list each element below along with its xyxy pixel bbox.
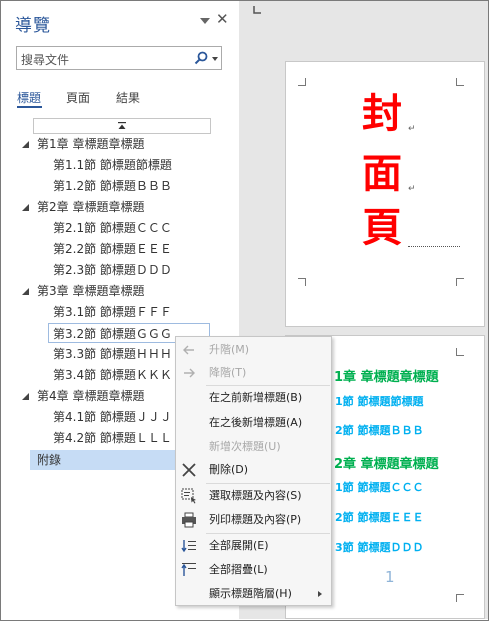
menu-item-print-heading[interactable]: 列印標題及內容(P) [176, 509, 331, 531]
tree-item-label: 附錄 [37, 453, 62, 467]
tree-item-chapter-3[interactable]: 第3章 章標題章標題 [1, 281, 238, 301]
chevron-up-icon [118, 122, 126, 129]
nav-pane-title: 導覽 [15, 16, 51, 36]
arrow-left-icon [183, 345, 194, 355]
tree-item-section-2-1[interactable]: 第2.1節 節標題ＣＣＣ [1, 218, 238, 238]
collapse-triangle-icon[interactable] [21, 140, 30, 149]
collapse-triangle-icon[interactable] [21, 203, 30, 212]
menu-item-label: 全部摺疊(L) [209, 563, 268, 576]
menu-item-demote[interactable]: 降階(T) [176, 362, 331, 384]
menu-item-select-heading[interactable]: 選取標題及內容(S) [176, 485, 331, 507]
crop-mark [456, 278, 464, 286]
crop-mark [298, 278, 306, 286]
tree-item-chapter-2[interactable]: 第2章 章標題章標題 [1, 197, 238, 217]
menu-item-collapse-all[interactable]: 全部摺疊(L) [176, 559, 331, 581]
tree-item-label: 第4.1節 節標題ＪＪＪ [53, 410, 172, 424]
tree-item-label: 第3.4節 節標題ＫＫＫ [53, 368, 172, 382]
tree-item-section-2-2[interactable]: 第2.2節 節標題ＥＥＥ [1, 239, 238, 259]
paragraph-mark: ↵ [408, 184, 416, 194]
menu-item-label: 在之前新增標題(B) [209, 391, 303, 404]
toc-section-line[interactable]: 1節 節標題節標題 [335, 393, 423, 409]
menu-item-label: 新增次標題(U) [209, 440, 281, 453]
menu-item-delete[interactable]: 刪除(D) [176, 459, 331, 481]
section-break-line [408, 246, 460, 247]
tree-item-label: 第3.1節 節標題ＦＦＦ [53, 305, 172, 319]
collapse-triangle-icon[interactable] [21, 287, 30, 296]
menu-item-expand-all[interactable]: 全部展開(E) [176, 535, 331, 557]
tree-item-label: 第3.3節 節標題ＨＨＨ [53, 347, 172, 361]
tab-headings[interactable]: 標題 [17, 89, 41, 106]
submenu-arrow-icon [318, 591, 322, 597]
menu-item-label: 升階(M) [209, 343, 250, 356]
collapse-all-bar[interactable] [33, 118, 211, 134]
tree-item-section-1-1[interactable]: 第1.1節 節標題節標題 [1, 155, 238, 175]
collapse-all-icon [181, 563, 196, 576]
search-placeholder: 搜尋文件 [21, 53, 70, 67]
menu-item-new-subheading[interactable]: 新增次標題(U) [176, 436, 331, 458]
menu-item-label: 列印標題及內容(P) [209, 513, 302, 526]
toc-chapter-line[interactable]: 2章 章標題章標題 [334, 453, 439, 472]
tree-item-label: 第2章 章標題章標題 [37, 200, 145, 214]
delete-x-icon [182, 463, 196, 477]
tree-item-label: 第4章 章標題章標題 [37, 389, 145, 403]
tree-item-label: 第1.2節 節標題ＢＢＢ [53, 179, 172, 193]
tree-item-label: 第1章 章標題章標題 [37, 137, 145, 151]
cover-title-char: 封 [362, 90, 402, 137]
tree-item-label: 第2.1節 節標題ＣＣＣ [53, 221, 172, 235]
menu-item-new-heading-after[interactable]: 在之後新增標題(A) [176, 412, 331, 434]
tree-item-label: 第3.2節 節標題ＧＧＧ [53, 327, 172, 341]
page-number: 1 [385, 568, 395, 586]
ruler-corner-marker [253, 6, 261, 14]
printer-icon [182, 512, 196, 528]
crop-mark [456, 594, 464, 602]
paragraph-mark: ↵ [408, 124, 416, 134]
select-heading-icon [181, 488, 196, 504]
toc-section-line[interactable]: 1節 節標題ＣＣＣ [335, 479, 423, 495]
pane-options-dropdown-icon[interactable] [200, 18, 210, 24]
menu-item-label: 全部展開(E) [209, 539, 269, 552]
active-tab-indicator [17, 106, 42, 108]
close-icon[interactable]: ✕ [216, 11, 229, 27]
collapse-triangle-icon[interactable] [21, 392, 30, 401]
menu-separator [206, 385, 330, 386]
tree-item-chapter-1[interactable]: 第1章 章標題章標題 [1, 134, 238, 154]
menu-item-label: 在之後新增標題(A) [209, 416, 303, 429]
toc-section-line[interactable]: 2節 節標題ＢＢＢ [335, 422, 423, 438]
cover-page[interactable]: 封 ↵ 面 ↵ 頁 [285, 61, 485, 327]
menu-item-label: 選取標題及內容(S) [209, 489, 302, 502]
expand-all-icon [181, 540, 196, 553]
cover-title-char: 面 [362, 150, 402, 197]
tab-results[interactable]: 結果 [116, 89, 140, 106]
tree-item-label: 第2.2節 節標題ＥＥＥ [53, 242, 172, 256]
toc-section-line[interactable]: 3節 節標題ＤＤＤ [335, 539, 423, 555]
crop-mark [456, 348, 464, 356]
tree-item-label: 第3章 章標題章標題 [37, 284, 145, 298]
menu-item-label: 顯示標題階層(H) [209, 587, 292, 600]
tree-item-section-1-2[interactable]: 第1.2節 節標題ＢＢＢ [1, 176, 238, 196]
toc-chapter-line[interactable]: 1章 章標題章標題 [334, 366, 439, 385]
search-document-input[interactable]: 搜尋文件 [16, 46, 222, 70]
heading-context-menu: 升階(M) 降階(T) 在之前新增標題(B) 在之後新增標題(A) 新增次標題(… [175, 336, 332, 606]
menu-separator [206, 483, 330, 484]
arrow-right-icon [184, 368, 195, 378]
tree-item-label: 第4.2節 節標題ＬＬＬ [53, 431, 172, 445]
tab-pages[interactable]: 頁面 [66, 89, 90, 106]
menu-item-new-heading-before[interactable]: 在之前新增標題(B) [176, 387, 331, 409]
search-icon[interactable] [193, 50, 209, 66]
menu-item-promote[interactable]: 升階(M) [176, 339, 331, 361]
menu-item-show-heading-levels[interactable]: 顯示標題階層(H) [176, 583, 331, 605]
tree-item-label: 第1.1節 節標題節標題 [53, 158, 172, 172]
menu-item-label: 降階(T) [209, 366, 247, 379]
menu-separator [206, 533, 330, 534]
crop-mark [456, 78, 464, 86]
toc-section-line[interactable]: 2節 節標題ＥＥＥ [335, 509, 423, 525]
tree-item-label: 第2.3節 節標題ＤＤＤ [53, 263, 172, 277]
menu-item-label: 刪除(D) [209, 463, 249, 476]
search-options-dropdown-icon[interactable] [212, 57, 218, 61]
tree-item-section-3-1[interactable]: 第3.1節 節標題ＦＦＦ [1, 302, 238, 322]
tree-item-section-2-3[interactable]: 第2.3節 節標題ＤＤＤ [1, 260, 238, 280]
crop-mark [298, 78, 306, 86]
cover-title-char: 頁 [362, 204, 402, 251]
